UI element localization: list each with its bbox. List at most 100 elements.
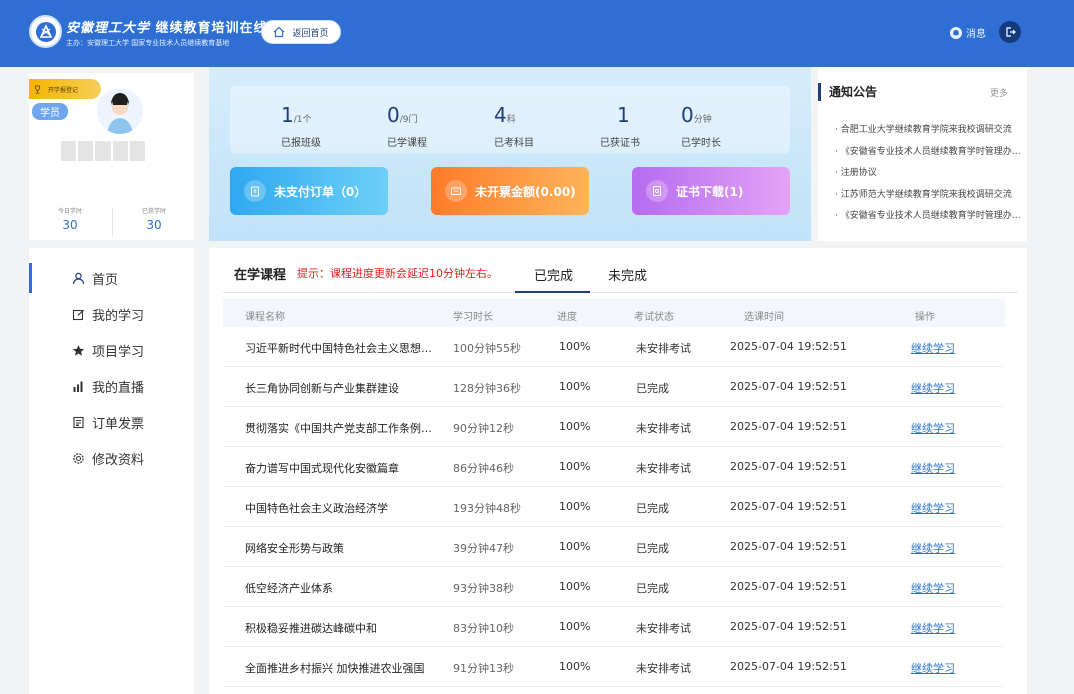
study-duration: 39分钟47秒: [453, 542, 514, 555]
stat-classes-unit: /1个: [293, 115, 312, 125]
study-duration: 86分钟46秒: [453, 462, 514, 475]
return-home-button[interactable]: 返回首页: [261, 20, 341, 44]
progress-value: 100%: [559, 340, 591, 353]
continue-study-link[interactable]: 继续学习: [911, 340, 955, 356]
sidebar-item-my-study[interactable]: 我的学习: [29, 299, 194, 329]
exam-status: 已完成: [636, 582, 669, 595]
notice-item[interactable]: 注册协议: [835, 163, 1021, 185]
notice-item[interactable]: 《安徽省专业技术人员继续教育学时管理办法》: [835, 142, 1021, 164]
table-row: 中国特色社会主义政治经济学 193分钟48秒 100% 已完成 2025-07-04 1…: [223, 487, 1005, 527]
role-tag: 学员: [32, 103, 68, 120]
continue-study-link[interactable]: 继续学习: [911, 660, 955, 676]
study-duration: 91分钟13秒: [453, 662, 514, 675]
table-row: 低空经济产业体系 93分钟38秒 100% 已完成 2025-07-04 19:52:5…: [223, 567, 1005, 607]
unpaid-orders-button[interactable]: 未支付订单（0）: [230, 167, 388, 215]
course-name[interactable]: 网络安全形势与政策: [245, 540, 437, 556]
exam-status: 未安排考试: [636, 462, 691, 475]
star-icon: [72, 344, 85, 356]
enroll-time: 2025-07-04 19:52:51: [730, 620, 847, 633]
course-name[interactable]: 积极稳妥推进碳达峰碳中和: [245, 620, 437, 636]
continue-study-link[interactable]: 继续学习: [911, 380, 955, 396]
messages-label: 消息: [966, 29, 986, 40]
table-header: 课程名称 学习时长 进度 考试状态 选课时间 操作: [223, 299, 1005, 327]
stat-courses-value: 0: [387, 103, 400, 127]
notice-item[interactable]: 江苏师范大学继续教育学院来我校调研交流: [835, 185, 1021, 207]
exam-status: 未安排考试: [636, 422, 691, 435]
sidebar-item-orders-invoices[interactable]: 订单发票: [29, 407, 194, 437]
trophy-icon: [35, 84, 40, 94]
table-row: 贯彻落实《中国共产党支部工作条例（试行）》 90分钟12秒 100% 未安排考试 202…: [223, 407, 1005, 447]
tab-uncompleted[interactable]: 未完成: [608, 265, 647, 284]
gear-icon: [73, 452, 84, 464]
registration-badge[interactable]: 开学报登记: [29, 79, 101, 99]
sidebar-item-edit-profile[interactable]: 修改资料: [29, 443, 194, 473]
table-row: 网络安全形势与政策 39分钟47秒 100% 已完成 2025-07-04 19:52:…: [223, 527, 1005, 567]
progress-value: 100%: [559, 500, 591, 513]
uninvoiced-amount-button[interactable]: 未开票金额(0.00): [431, 167, 589, 215]
continue-study-link[interactable]: 继续学习: [911, 420, 955, 436]
column-header: 操作: [915, 312, 935, 323]
course-name[interactable]: 全面推进乡村振兴 加快推进农业强国: [245, 660, 437, 676]
bar-chart-icon: [73, 381, 83, 392]
course-panel: 在学课程 提示：课程进度更新会延迟10分钟左右。 已完成 未完成 课程名称 学习…: [209, 248, 1027, 694]
course-name[interactable]: 贯彻落实《中国共产党支部工作条例（试行）》: [245, 420, 437, 436]
unpaid-orders-label: 未支付订单（0）: [274, 184, 367, 199]
enroll-time: 2025-07-04 19:52:51: [730, 660, 847, 673]
course-name[interactable]: 低空经济产业体系: [245, 580, 437, 596]
stat-classes: 1/1个 已报班级: [281, 104, 321, 149]
progress-value: 100%: [559, 540, 591, 553]
sidebar-item-my-live[interactable]: 我的直播: [29, 371, 194, 401]
active-tab-indicator: [515, 291, 590, 293]
continue-study-link[interactable]: 继续学习: [911, 500, 955, 516]
enroll-time: 2025-07-04 19:52:51: [730, 420, 847, 433]
edit-icon: [72, 309, 84, 320]
earned-hours: 已获学时 30: [113, 206, 195, 232]
notice-item[interactable]: 合肥工业大学继续教育学院来我校调研交流: [835, 120, 1021, 142]
organizer-text: 主办：安徽理工大学 国家专业技术人员继续教育基地: [66, 39, 230, 47]
column-header: 课程名称: [245, 312, 285, 323]
messages-link[interactable]: 消息: [950, 25, 986, 40]
stat-exams-label: 已考科目: [494, 138, 534, 149]
stat-courses-label: 已学课程: [387, 138, 427, 149]
column-header: 学习时长: [453, 312, 493, 323]
continue-study-link[interactable]: 继续学习: [911, 580, 955, 596]
notice-list: 合肥工业大学继续教育学院来我校调研交流 《安徽省专业技术人员继续教育学时管理办法…: [835, 120, 1021, 228]
continue-study-link[interactable]: 继续学习: [911, 460, 955, 476]
stat-classes-label: 已报班级: [281, 138, 321, 149]
stat-exams-unit: 科: [506, 115, 516, 125]
sidebar-item-project-study[interactable]: 项目学习: [29, 335, 194, 365]
exam-status: 未安排考试: [636, 622, 691, 635]
notice-more-link[interactable]: 更多: [990, 86, 1008, 99]
continue-study-link[interactable]: 继续学习: [911, 620, 955, 636]
avatar[interactable]: [97, 88, 143, 134]
progress-value: 100%: [559, 420, 591, 433]
column-header: 进度: [557, 312, 577, 323]
logout-button[interactable]: [999, 21, 1021, 43]
column-header: 选课时间: [744, 312, 784, 323]
study-duration: 100分钟55秒: [453, 342, 521, 355]
study-duration: 90分钟12秒: [453, 422, 514, 435]
table-row: 习近平新时代中国特色社会主义思想概论 100分钟55秒 100% 未安排考试 2025-…: [223, 327, 1005, 367]
enroll-time: 2025-07-04 19:52:51: [730, 380, 847, 393]
stat-certificates: 1 已获证书: [600, 104, 640, 149]
course-name[interactable]: 习近平新时代中国特色社会主义思想概论: [245, 340, 437, 356]
study-duration: 83分钟10秒: [453, 622, 514, 635]
exam-status: 已完成: [636, 542, 669, 555]
stat-exams: 4科 已考科目: [494, 104, 534, 149]
course-name[interactable]: 奋力谱写中国式现代化安徽篇章: [245, 460, 437, 476]
stat-certificates-label: 已获证书: [600, 138, 640, 149]
table-row: 积极稳妥推进碳达峰碳中和 83分钟10秒 100% 未安排考试 2025-07-04 1…: [223, 607, 1005, 647]
certificate-download-button[interactable]: 证书下载(1): [632, 167, 790, 215]
bell-icon: [950, 26, 962, 39]
enroll-time: 2025-07-04 19:52:51: [730, 460, 847, 473]
notice-item[interactable]: 《安徽省专业技术人员继续教育学时管理办法》: [835, 206, 1021, 228]
tab-completed[interactable]: 已完成: [534, 265, 573, 284]
registration-badge-label: 开学报登记: [48, 86, 79, 94]
continue-study-link[interactable]: 继续学习: [911, 540, 955, 556]
progress-value: 100%: [559, 620, 591, 633]
course-name[interactable]: 长三角协同创新与产业集群建设: [245, 380, 437, 396]
stat-classes-value: 1: [281, 103, 294, 127]
sidebar-item-home[interactable]: 首页: [29, 263, 194, 293]
sidebar-item-label: 首页: [92, 272, 119, 288]
course-name[interactable]: 中国特色社会主义政治经济学: [245, 500, 437, 516]
